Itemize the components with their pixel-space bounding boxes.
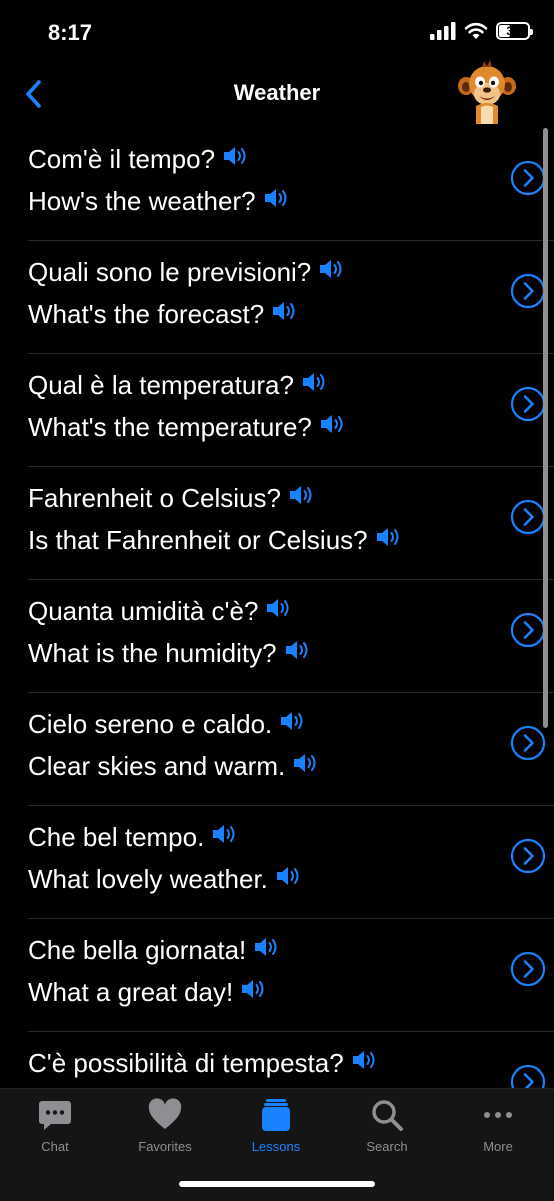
wifi-icon <box>464 22 488 39</box>
cellular-signal-icon <box>430 22 456 40</box>
phrase-row[interactable]: Quali sono le previsioni? What's the fore… <box>28 241 554 354</box>
speaker-icon[interactable] <box>318 412 346 443</box>
english-text: What lovely weather. <box>28 864 268 894</box>
phrase-list[interactable]: Com'è il tempo? How's the weather? Quali s… <box>0 128 554 1088</box>
phrase-row[interactable]: Cielo sereno e caldo. Clear skies and war… <box>28 693 554 806</box>
more-dots-icon <box>484 1112 512 1118</box>
battery-level: 31 <box>506 24 520 38</box>
chevron-right-circle-icon[interactable] <box>510 725 546 761</box>
tab-favorites-label: Favorites <box>138 1139 192 1154</box>
english-text: Is that Fahrenheit or Celsius? <box>28 525 368 555</box>
italian-line: Che bel tempo. <box>28 822 238 853</box>
tab-bar: Chat Favorites Lessons Search More <box>0 1088 554 1201</box>
status-bar: 8:17 31 <box>0 0 554 66</box>
chat-bubble-icon <box>39 1101 71 1130</box>
speaker-icon[interactable] <box>210 822 238 853</box>
english-text: What's the forecast? <box>28 299 265 329</box>
speaker-icon[interactable] <box>221 144 249 175</box>
scrollbar[interactable] <box>543 128 548 728</box>
speaker-icon[interactable] <box>239 977 267 1008</box>
phrase-row[interactable]: Quanta umidità c'è? What is the humidity? <box>28 580 554 693</box>
search-icon <box>372 1100 403 1131</box>
status-icons: 31 <box>430 22 533 40</box>
english-line: Is that Fahrenheit or Celsius? <box>28 525 402 556</box>
italian-text: Qual è la temperatura? <box>28 370 294 400</box>
chevron-right-circle-icon[interactable] <box>510 1064 546 1088</box>
nav-header: Weather <box>0 60 554 128</box>
chevron-right-circle-icon[interactable] <box>510 386 546 422</box>
chevron-right-circle-icon[interactable] <box>510 160 546 196</box>
english-text: Clear skies and warm. <box>28 751 286 781</box>
phrase-row[interactable]: Che bel tempo. What lovely weather. <box>28 806 554 919</box>
tab-search-label: Search <box>366 1139 408 1154</box>
meerkat-mascot-icon[interactable] <box>454 60 520 124</box>
italian-text: Com'è il tempo? <box>28 144 216 174</box>
heart-icon <box>148 1098 182 1129</box>
tab-search[interactable]: Search <box>332 1097 442 1157</box>
phrase-row[interactable]: Che bella giornata! What a great day! <box>28 919 554 1032</box>
chevron-right-circle-icon[interactable] <box>510 951 546 987</box>
tab-chat[interactable]: Chat <box>0 1097 110 1157</box>
english-line: What a great day! <box>28 977 267 1008</box>
speaker-icon[interactable] <box>287 483 315 514</box>
speaker-icon[interactable] <box>350 1048 378 1079</box>
home-indicator <box>179 1181 375 1187</box>
english-line: What's the forecast? <box>28 299 298 330</box>
tab-chat-label: Chat <box>41 1139 69 1154</box>
italian-text: Cielo sereno e caldo. <box>28 709 273 739</box>
italian-line: Fahrenheit o Celsius? <box>28 483 315 514</box>
italian-line: Che bella giornata! <box>28 935 280 966</box>
italian-text: Quanta umidità c'è? <box>28 596 259 626</box>
speaker-icon[interactable] <box>283 638 311 669</box>
chevron-right-circle-icon[interactable] <box>510 612 546 648</box>
speaker-icon[interactable] <box>270 299 298 330</box>
english-text: What a great day! <box>28 977 234 1007</box>
english-line: What's the temperature? <box>28 412 346 443</box>
italian-text: C'è possibilità di tempesta? <box>28 1048 344 1078</box>
tab-more-label: More <box>483 1139 513 1154</box>
italian-text: Fahrenheit o Celsius? <box>28 483 281 513</box>
speaker-icon[interactable] <box>300 370 328 401</box>
speaker-icon[interactable] <box>374 525 402 556</box>
speaker-icon[interactable] <box>317 257 345 288</box>
chevron-right-circle-icon[interactable] <box>510 499 546 535</box>
battery-icon: 31 <box>496 22 533 40</box>
italian-text: Che bel tempo. <box>28 822 205 852</box>
english-line: What is the humidity? <box>28 638 311 669</box>
phrase-row[interactable]: C'è possibilità di tempesta? <box>28 1032 554 1088</box>
italian-line: Quali sono le previsioni? <box>28 257 345 288</box>
italian-line: C'è possibilità di tempesta? <box>28 1048 378 1079</box>
italian-line: Qual è la temperatura? <box>28 370 328 401</box>
chevron-right-circle-icon[interactable] <box>510 838 546 874</box>
italian-text: Quali sono le previsioni? <box>28 257 312 287</box>
speaker-icon[interactable] <box>291 751 319 782</box>
english-text: What's the temperature? <box>28 412 312 442</box>
tab-favorites[interactable]: Favorites <box>110 1097 220 1157</box>
phrase-row[interactable]: Com'è il tempo? How's the weather? <box>28 128 554 241</box>
chevron-right-circle-icon[interactable] <box>510 273 546 309</box>
speaker-icon[interactable] <box>252 935 280 966</box>
italian-text: Che bella giornata! <box>28 935 247 965</box>
english-text: How's the weather? <box>28 186 256 216</box>
speaker-icon[interactable] <box>278 709 306 740</box>
speaker-icon[interactable] <box>262 186 290 217</box>
speaker-icon[interactable] <box>274 864 302 895</box>
english-line: Clear skies and warm. <box>28 751 319 782</box>
phrase-row[interactable]: Fahrenheit o Celsius? Is that Fahrenheit … <box>28 467 554 580</box>
english-line: How's the weather? <box>28 186 290 217</box>
italian-line: Quanta umidità c'è? <box>28 596 292 627</box>
lessons-icon <box>262 1099 290 1131</box>
italian-line: Cielo sereno e caldo. <box>28 709 306 740</box>
tab-lessons[interactable]: Lessons <box>221 1097 331 1157</box>
italian-line: Com'è il tempo? <box>28 144 249 175</box>
tab-lessons-label: Lessons <box>251 1139 301 1154</box>
speaker-icon[interactable] <box>264 596 292 627</box>
phrase-row[interactable]: Qual è la temperatura? What's the tempera… <box>28 354 554 467</box>
tab-more[interactable]: More <box>443 1097 553 1157</box>
english-text: What is the humidity? <box>28 638 277 668</box>
status-time: 8:17 <box>48 20 93 45</box>
english-line: What lovely weather. <box>28 864 302 895</box>
